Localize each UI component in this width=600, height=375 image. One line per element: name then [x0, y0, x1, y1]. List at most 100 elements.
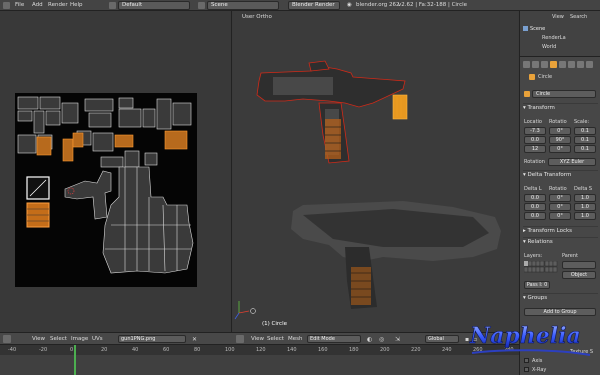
blender-logo-icon: ◉	[347, 2, 352, 8]
pivot-point-icon[interactable]: ◎	[379, 336, 384, 343]
scale-y-field[interactable]: 0.1	[574, 136, 596, 144]
screen-layout-field[interactable]: Default	[118, 1, 190, 10]
rotation-mode-label: Rotation	[524, 159, 545, 165]
menu-render[interactable]: Render	[48, 2, 68, 9]
layer-buttons[interactable]	[523, 260, 558, 273]
delta-scale-y-field[interactable]: 1.0	[574, 203, 596, 211]
object-tab-icon[interactable]	[550, 61, 557, 68]
timeline-tick-label: 100	[225, 347, 235, 353]
delta-transform-title: Delta Transform	[527, 172, 572, 178]
outliner-search-menu[interactable]: Search	[570, 14, 587, 20]
view3d-mesh-menu[interactable]: Mesh	[288, 336, 302, 342]
render-tab-icon[interactable]	[523, 61, 530, 68]
editor-type-icon[interactable]	[3, 335, 11, 343]
scene-icon	[523, 26, 528, 31]
active-object-label: (1) Circle	[262, 321, 287, 327]
delta-rotation-x-field[interactable]: 0°	[549, 194, 571, 202]
xray-checkbox[interactable]	[524, 367, 529, 372]
menu-help[interactable]: Help	[70, 2, 83, 9]
outliner[interactable]: View Search Scene RenderLa World	[519, 11, 600, 57]
view3d-select-menu[interactable]: Select	[267, 336, 284, 342]
menu-add[interactable]: Add	[32, 2, 43, 9]
transform-title: Transform	[527, 105, 555, 111]
groups-panel-header[interactable]: ▾ Groups	[523, 293, 598, 302]
material-tab-icon[interactable]	[586, 61, 593, 68]
layers-grid[interactable]	[523, 260, 558, 273]
uv-image-editor[interactable]	[0, 11, 232, 332]
delta-location-x-field[interactable]: 0.0	[524, 194, 546, 202]
delta-location-y-field[interactable]: 0.0	[524, 203, 546, 211]
rotation-label: Rotatio	[549, 119, 567, 125]
rotation-x-field[interactable]: 0°	[549, 127, 571, 135]
delta-scale-z-field[interactable]: 1.0	[574, 212, 596, 220]
timeline-tick-label: -40	[8, 347, 17, 353]
rotation-y-field[interactable]: 90°	[549, 136, 571, 144]
3d-cursor	[234, 301, 256, 320]
timeline-tick-label: 120	[256, 347, 266, 353]
relations-panel-header[interactable]: ▾ Relations	[523, 237, 598, 246]
uv-view-menu[interactable]: View	[32, 336, 45, 342]
render-engine-select[interactable]: Blender Render	[288, 1, 340, 10]
timeline-tick-label: 240	[442, 347, 452, 353]
transform-locks-title: Transform Locks	[527, 228, 573, 234]
location-z-field[interactable]: 12	[524, 145, 546, 153]
delta-location-z-field[interactable]: 0.0	[524, 212, 546, 220]
modifiers-tab-icon[interactable]	[568, 61, 575, 68]
3d-viewport[interactable]: User Ortho (1) Circle	[233, 11, 518, 332]
timeline-tick-label: 0	[70, 347, 74, 353]
uv-select-menu[interactable]: Select	[50, 336, 67, 342]
constraints-tab-icon[interactable]	[559, 61, 566, 68]
scene-tab-icon[interactable]	[532, 61, 539, 68]
parent-field[interactable]	[562, 261, 596, 269]
image-name-field[interactable]: gun1PNG.png	[118, 335, 186, 343]
outliner-item-renderlayers[interactable]: RenderLa	[542, 35, 566, 41]
data-tab-icon[interactable]	[577, 61, 584, 68]
location-x-field[interactable]: -7.3	[524, 127, 546, 135]
timeline-tick-label: 180	[349, 347, 359, 353]
menu-file[interactable]: File	[15, 2, 24, 9]
location-y-field[interactable]: 0.0	[524, 136, 546, 144]
properties-context-tabs	[523, 60, 598, 69]
timeline-tick-label: -20	[39, 347, 48, 353]
scale-z-field[interactable]: 0.1	[574, 145, 596, 153]
outliner-item-scene[interactable]: Scene	[530, 26, 545, 32]
pass-index-field[interactable]: Pass I: 0	[524, 281, 550, 289]
current-frame-indicator[interactable]	[74, 345, 76, 375]
transform-panel-header[interactable]: ▾ Transform	[523, 103, 598, 112]
delta-rotation-y-field[interactable]: 0°	[549, 203, 571, 211]
delta-rotation-z-field[interactable]: 0°	[549, 212, 571, 220]
transform-orientation-select[interactable]: Global	[425, 335, 459, 343]
delta-scale-label: Delta S	[574, 186, 593, 192]
uv-texture-canvas[interactable]	[15, 93, 197, 287]
transform-locks-panel-header[interactable]: ▸ Transform Locks	[523, 226, 598, 235]
timeline-ruler[interactable]: -40 -20 0 20 40 60 80 100 120 140 160 180 200 220 240 2…	[0, 345, 519, 355]
editor-type-icon[interactable]	[3, 2, 10, 9]
outliner-view-menu[interactable]: View	[552, 14, 564, 20]
parent-type-select[interactable]: Object	[562, 271, 596, 279]
object-name-field[interactable]: Circle	[532, 90, 596, 98]
rotation-mode-select[interactable]: XYZ Euler	[548, 158, 596, 166]
manipulator-icon[interactable]: ⇲	[395, 336, 400, 343]
outliner-item-world[interactable]: World	[542, 44, 556, 50]
delta-scale-x-field[interactable]: 1.0	[574, 194, 596, 202]
interaction-mode-select[interactable]: Edit Mode	[307, 335, 361, 343]
scene-field[interactable]: Scene	[207, 1, 279, 10]
world-tab-icon[interactable]	[541, 61, 548, 68]
timeline-tick-label: 20	[101, 347, 108, 353]
viewport-scene	[234, 60, 501, 320]
timeline-tick-label: 140	[287, 347, 297, 353]
editor-type-icon[interactable]	[236, 335, 244, 343]
viewport-shading-icon[interactable]: ◐	[367, 336, 372, 343]
location-label: Locatio	[524, 119, 542, 125]
view3d-view-menu[interactable]: View	[251, 336, 264, 342]
uv-uvs-menu[interactable]: UVs	[92, 336, 103, 342]
uv-image-menu[interactable]: Image	[71, 336, 88, 342]
scale-x-field[interactable]: 0.1	[574, 127, 596, 135]
scene-statistics: v2.62 | Fa:32-188 | Circle	[398, 2, 468, 8]
timeline[interactable]: -40 -20 0 20 40 60 80 100 120 140 160 180 200 220 240 2…	[0, 344, 519, 375]
blend-file-info: blender.org 262	[356, 2, 400, 8]
groups-title: Groups	[527, 295, 548, 301]
close-image-icon[interactable]: ✕	[192, 336, 197, 343]
delta-transform-panel-header[interactable]: ▾ Delta Transform	[523, 170, 598, 179]
rotation-z-field[interactable]: 0°	[549, 145, 571, 153]
